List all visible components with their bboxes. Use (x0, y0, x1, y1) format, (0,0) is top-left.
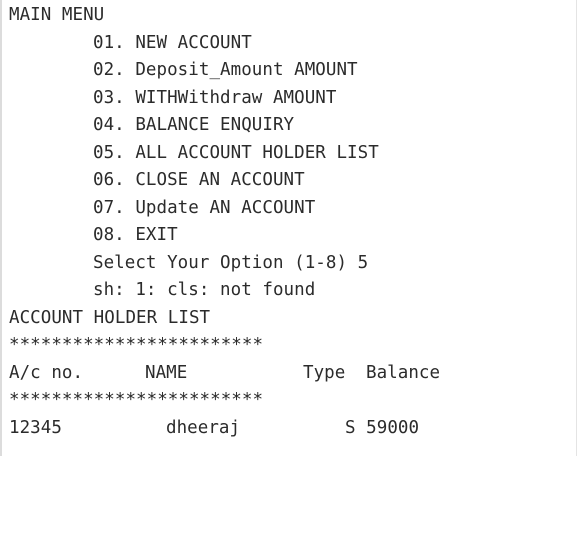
table-header-row: A/c no. NAME Type Balance (9, 360, 569, 388)
header-account-no: A/c no. (9, 363, 84, 383)
menu-option-close-account: 06. CLOSE AN ACCOUNT (93, 170, 305, 190)
row-account-no: 12345 (9, 418, 62, 438)
option-prompt: Select Your Option (1-8) 5 (93, 253, 369, 273)
menu-option-all-holders: 05. ALL ACCOUNT HOLDER LIST (93, 143, 379, 163)
terminal-output: MAIN MENU 01. NEW ACCOUNT 02. Deposit_Am… (0, 0, 577, 456)
menu-option-update-account: 07. Update AN ACCOUNT (93, 198, 316, 218)
header-balance: Balance (366, 363, 441, 383)
menu-option-new-account: 01. NEW ACCOUNT (93, 33, 252, 53)
shell-error-message: sh: 1: cls: not found (93, 280, 316, 300)
row-name: dheeraj (166, 418, 241, 438)
table-row: 12345 dheeraj S 59000 (9, 415, 569, 443)
header-type: Type (303, 363, 346, 383)
row-type-balance: S 59000 (345, 418, 420, 438)
menu-option-deposit: 02. Deposit_Amount AMOUNT (93, 60, 358, 80)
menu-option-balance-enquiry: 04. BALANCE ENQUIRY (93, 115, 295, 135)
window-edge (0, 0, 2, 456)
menu-option-exit: 08. EXIT (93, 225, 178, 245)
separator-bottom: ************************ (9, 390, 264, 410)
account-holder-list-title: ACCOUNT HOLDER LIST (9, 308, 211, 328)
main-menu-title: MAIN MENU (9, 5, 105, 25)
separator-top: ************************ (9, 335, 264, 355)
header-name: NAME (145, 363, 188, 383)
menu-option-withdraw: 03. WITHWithdraw AMOUNT (93, 88, 337, 108)
